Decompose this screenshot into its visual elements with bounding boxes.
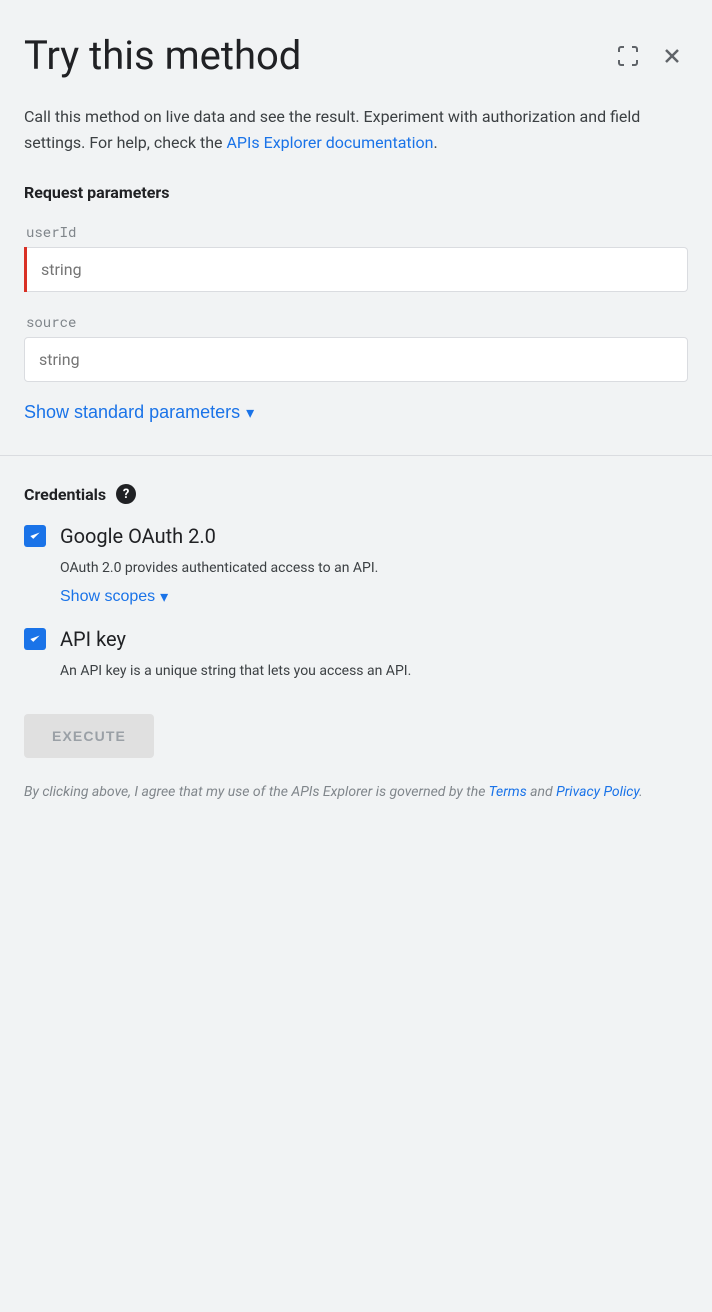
divider xyxy=(0,455,712,456)
oauth-credential-row: Google OAuth 2.0 xyxy=(24,524,688,548)
oauth-checkbox[interactable] xyxy=(24,525,46,547)
panel-header: Try this method xyxy=(24,32,688,80)
header-icons xyxy=(612,32,688,72)
request-parameters-title: Request parameters xyxy=(24,183,688,202)
close-icon[interactable] xyxy=(656,40,688,72)
apikey-credential-name: API key xyxy=(60,627,126,651)
execute-section: EXECUTE xyxy=(24,702,688,782)
privacy-policy-link[interactable]: Privacy Policy xyxy=(556,784,639,800)
page-title: Try this method xyxy=(24,32,612,80)
source-field-group: source xyxy=(24,312,688,382)
try-method-panel: Try this method Call this method on live… xyxy=(0,0,712,1312)
show-standard-parameters-button[interactable]: Show standard parameters ▾ xyxy=(24,402,254,423)
oauth-credential-name: Google OAuth 2.0 xyxy=(60,524,216,548)
apikey-credential-item: API key An API key is a unique string th… xyxy=(24,627,688,682)
source-input[interactable] xyxy=(24,337,688,382)
request-parameters-section: Request parameters userId source xyxy=(24,183,688,382)
source-input-wrapper xyxy=(24,337,688,382)
credentials-help-icon[interactable]: ? xyxy=(116,484,136,504)
source-label: source xyxy=(24,312,688,331)
description-text: Call this method on live data and see th… xyxy=(24,104,688,155)
chevron-down-icon: ▾ xyxy=(246,403,254,423)
show-scopes-label: Show scopes xyxy=(60,588,155,606)
userid-field-group: userId xyxy=(24,222,688,292)
userid-input[interactable] xyxy=(27,247,688,292)
apikey-credential-description: An API key is a unique string that lets … xyxy=(24,661,688,682)
userid-input-wrapper xyxy=(24,247,688,292)
terms-link[interactable]: Terms xyxy=(489,784,527,800)
chevron-down-icon: ▾ xyxy=(160,587,168,607)
apikey-credential-row: API key xyxy=(24,627,688,651)
show-standard-parameters-label: Show standard parameters xyxy=(24,402,240,423)
footer-text: By clicking above, I agree that my use o… xyxy=(24,782,688,803)
credentials-title: Credentials xyxy=(24,485,106,504)
userid-label: userId xyxy=(24,222,688,241)
execute-button[interactable]: EXECUTE xyxy=(24,714,154,758)
credentials-header: Credentials ? xyxy=(24,484,688,504)
oauth-credential-item: Google OAuth 2.0 OAuth 2.0 provides auth… xyxy=(24,524,688,607)
expand-icon[interactable] xyxy=(612,40,644,72)
show-scopes-button[interactable]: Show scopes ▾ xyxy=(24,587,168,607)
oauth-credential-description: OAuth 2.0 provides authenticated access … xyxy=(24,558,688,579)
apikey-checkbox[interactable] xyxy=(24,628,46,650)
api-explorer-link[interactable]: APIs Explorer documentation xyxy=(226,133,433,152)
